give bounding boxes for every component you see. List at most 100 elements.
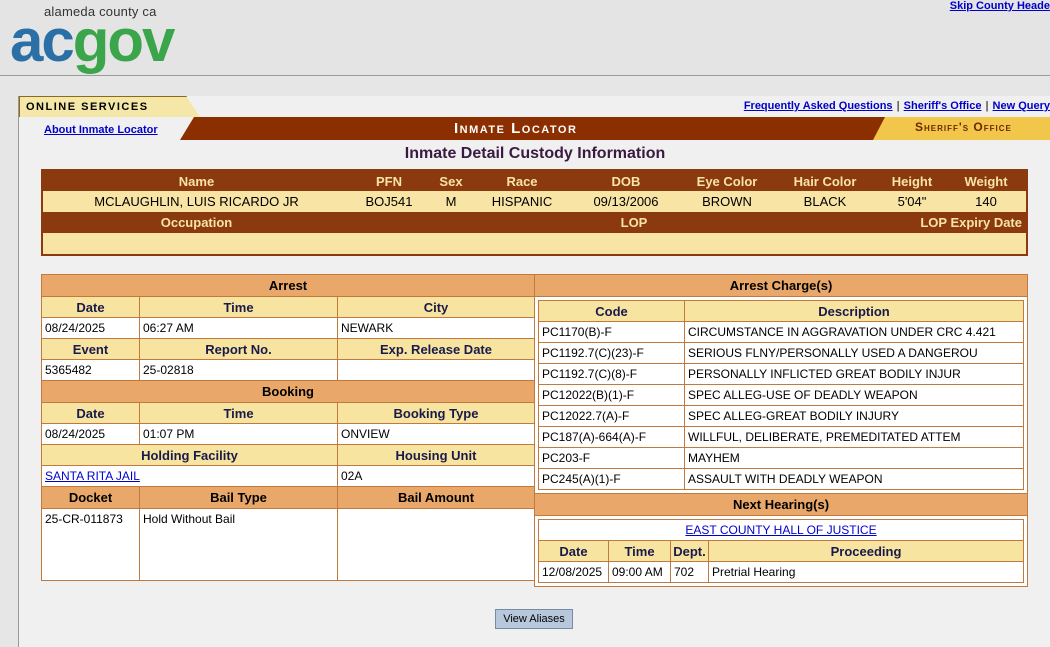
charge-row: PC1170(B)-F CIRCUMSTANCE IN AGGRAVATION U… — [538, 321, 1024, 343]
charge-description: CIRCUMSTANCE IN AGGRAVATION UNDER CRC 4.… — [684, 321, 1024, 343]
housing-unit: 02A — [337, 465, 535, 487]
bail-type-header: Bail Type — [139, 486, 338, 509]
report-header: Report No. — [139, 338, 338, 360]
arrest-city-header: City — [337, 296, 535, 318]
charge-code: PC1192.7(C)(23)-F — [538, 342, 685, 364]
new-query-link[interactable]: New Query — [993, 100, 1050, 112]
logo-gov: gov — [72, 7, 176, 74]
charges-table: Code Description PC1170(B)-F CIRCUMSTANCE… — [538, 300, 1024, 490]
charge-description: PERSONALLY INFLICTED GREAT BODILY INJUR — [684, 363, 1024, 385]
main-panel: ONLINE SERVICES About Inmate Locator Fre… — [18, 96, 1050, 647]
charges-hearing-table: Arrest Charge(s) Code Description PC1170… — [534, 274, 1028, 587]
site-header: alameda county ca acgov Skip County Head… — [0, 0, 1050, 76]
person-header-row: Name PFN Sex Race DOB Eye Color Hair Col… — [42, 170, 1027, 191]
hearing-date-header: Date — [538, 540, 609, 562]
occupation-header: Occupation — [42, 212, 350, 233]
dob-value: 09/13/2006 — [570, 191, 682, 212]
charge-row: PC203-F MAYHEM — [538, 447, 1024, 469]
booking-time-header: Time — [139, 402, 338, 424]
bail-type: Hold Without Bail — [139, 508, 338, 581]
booking-type-header: Booking Type — [337, 402, 535, 424]
charge-rows: PC1170(B)-F CIRCUMSTANCE IN AGGRAVATION U… — [538, 321, 1024, 490]
hearing-proceeding: Pretrial Hearing — [708, 561, 1024, 583]
height-value: 5'04" — [878, 191, 946, 212]
event-header: Event — [41, 338, 140, 360]
charges-section-header: Arrest Charge(s) — [534, 274, 1028, 297]
bail-amount-header: Bail Amount — [337, 486, 535, 509]
arrest-section-header: Arrest — [41, 274, 535, 297]
top-links: Frequently Asked Questions | Sheriff's Off… — [744, 100, 1050, 112]
charge-code: PC245(A)(1)-F — [538, 468, 685, 490]
charge-row: PC245(A)(1)-F ASSAULT WITH DEADLY WEAPON — [538, 468, 1024, 490]
separator: | — [985, 100, 989, 112]
charge-description: SPEC ALLEG-USE OF DEADLY WEAPON — [684, 384, 1024, 406]
charge-code: PC12022.7(A)-F — [538, 405, 685, 427]
acgov-logo[interactable]: acgov — [10, 7, 176, 74]
col-dob: DOB — [570, 170, 682, 191]
hearing-location-link[interactable]: EAST COUNTY HALL OF JUSTICE — [685, 523, 876, 537]
charge-code-header: Code — [538, 300, 685, 322]
charges-container: Code Description PC1170(B)-F CIRCUMSTANCE… — [534, 296, 1028, 494]
hearing-table: EAST COUNTY HALL OF JUSTICE Date Time De… — [538, 519, 1024, 583]
charge-row: PC1192.7(C)(23)-F SERIOUS FLNY/PERSONALLY… — [538, 342, 1024, 364]
arrest-time: 06:27 AM — [139, 317, 338, 339]
booking-type: ONVIEW — [337, 423, 535, 445]
charge-description: SERIOUS FLNY/PERSONALLY USED A DANGEROU — [684, 342, 1024, 364]
charge-description-header: Description — [684, 300, 1024, 322]
col-eye-color: Eye Color — [682, 170, 772, 191]
about-inmate-locator-link[interactable]: About Inmate Locator — [44, 124, 158, 136]
booking-section-header: Booking — [41, 380, 535, 403]
booking-date: 08/24/2025 — [41, 423, 140, 445]
page-title: Inmate Detail Custody Information — [404, 145, 666, 162]
race-value: HISPANIC — [474, 191, 570, 212]
exp-release-date — [337, 359, 535, 381]
arrest-city: NEWARK — [337, 317, 535, 339]
sheriffs-office-tab: Sheriff's Office — [873, 117, 1050, 140]
arrest-booking-table: Arrest Date Time City 08/24/2025 06:27 A… — [41, 274, 535, 581]
hearing-time-header: Time — [608, 540, 671, 562]
charge-row: PC12022(B)(1)-F SPEC ALLEG-USE OF DEADLY … — [538, 384, 1024, 406]
holding-facility-header: Holding Facility — [41, 444, 338, 466]
online-services-tab: ONLINE SERVICES — [19, 96, 200, 117]
arrest-date-header: Date — [41, 296, 140, 318]
hearing-location-cell: EAST COUNTY HALL OF JUSTICE — [538, 519, 1024, 541]
event-number: 5365482 — [41, 359, 140, 381]
hearing-dept: 702 — [670, 561, 709, 583]
charge-code: PC1192.7(C)(8)-F — [538, 363, 685, 385]
eye-color-value: BROWN — [682, 191, 772, 212]
lop-header: LOP — [350, 212, 878, 233]
charge-code: PC12022(B)(1)-F — [538, 384, 685, 406]
hearing-date: 12/08/2025 — [538, 561, 609, 583]
sex-value: M — [428, 191, 474, 212]
lop-expiry-header: LOP Expiry Date — [878, 212, 1027, 233]
skip-header-link[interactable]: Skip County Heade — [950, 0, 1050, 12]
name-value: MCLAUGHLIN, LUIS RICARDO JR — [42, 191, 350, 212]
sheriffs-office-link[interactable]: Sheriff's Office — [904, 100, 982, 112]
occupation-values — [42, 233, 1027, 255]
logo-ac: ac — [10, 7, 75, 74]
view-aliases-button[interactable]: View Aliases — [495, 609, 573, 629]
col-sex: Sex — [428, 170, 474, 191]
col-race: Race — [474, 170, 570, 191]
charge-description: WILLFUL, DELIBERATE, PREMEDITATED ATTEM — [684, 426, 1024, 448]
inmate-locator-banner: Inmate Locator Sheriff's Office — [180, 117, 1050, 140]
booking-date-header: Date — [41, 402, 140, 424]
charge-description: SPEC ALLEG-GREAT BODILY INJURY — [684, 405, 1024, 427]
holding-facility-cell: SANTA RITA JAIL — [41, 465, 338, 487]
hearing-proceeding-header: Proceeding — [708, 540, 1024, 562]
arrest-time-header: Time — [139, 296, 338, 318]
col-name: Name — [42, 170, 350, 191]
holding-facility-link[interactable]: SANTA RITA JAIL — [45, 469, 140, 483]
col-pfn: PFN — [350, 170, 428, 191]
housing-unit-header: Housing Unit — [337, 444, 535, 466]
charge-row: PC187(A)-664(A)-F WILLFUL, DELIBERATE, PR… — [538, 426, 1024, 448]
charge-code: PC187(A)-664(A)-F — [538, 426, 685, 448]
charge-row: PC1192.7(C)(8)-F PERSONALLY INFLICTED GRE… — [538, 363, 1024, 385]
exp-release-header: Exp. Release Date — [337, 338, 535, 360]
faq-link[interactable]: Frequently Asked Questions — [744, 100, 893, 112]
charge-code: PC1170(B)-F — [538, 321, 685, 343]
col-hair-color: Hair Color — [772, 170, 878, 191]
booking-time: 01:07 PM — [139, 423, 338, 445]
hearing-dept-header: Dept. — [670, 540, 709, 562]
occupation-value-row — [42, 233, 1027, 255]
